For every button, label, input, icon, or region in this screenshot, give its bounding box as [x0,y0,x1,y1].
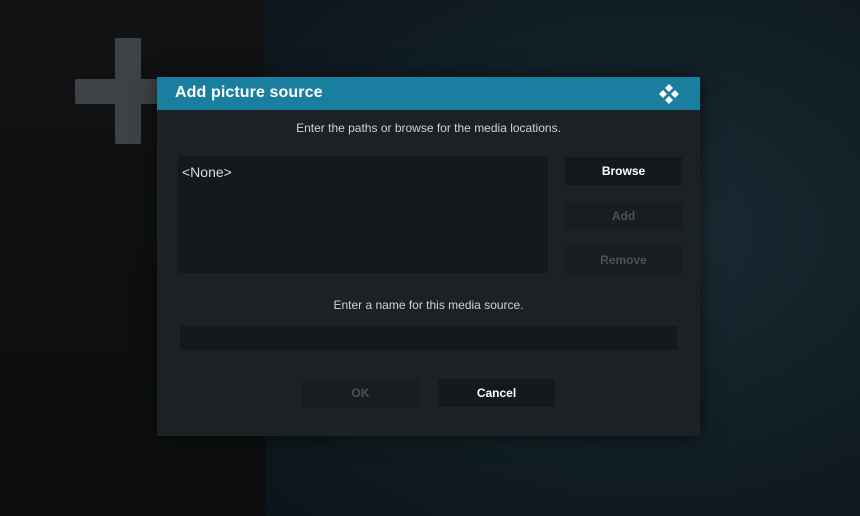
dialog-header: Add picture source [157,77,700,110]
dialog-title: Add picture source [175,84,323,101]
kodi-logo-icon [658,83,680,105]
ok-button[interactable]: OK [302,379,419,407]
browse-button[interactable]: Browse [565,157,682,185]
cancel-button[interactable]: Cancel [438,379,555,407]
add-source-dialog: Add picture source Enter the paths or br… [157,77,700,436]
paths-instruction: Enter the paths or browse for the media … [296,121,561,135]
source-name-input[interactable] [180,326,677,350]
remove-button[interactable]: Remove [565,246,682,274]
path-list-item[interactable]: <None> [182,164,232,180]
add-button[interactable]: Add [565,202,682,230]
name-instruction: Enter a name for this media source. [333,298,524,312]
source-paths-list[interactable]: <None> [178,156,548,273]
